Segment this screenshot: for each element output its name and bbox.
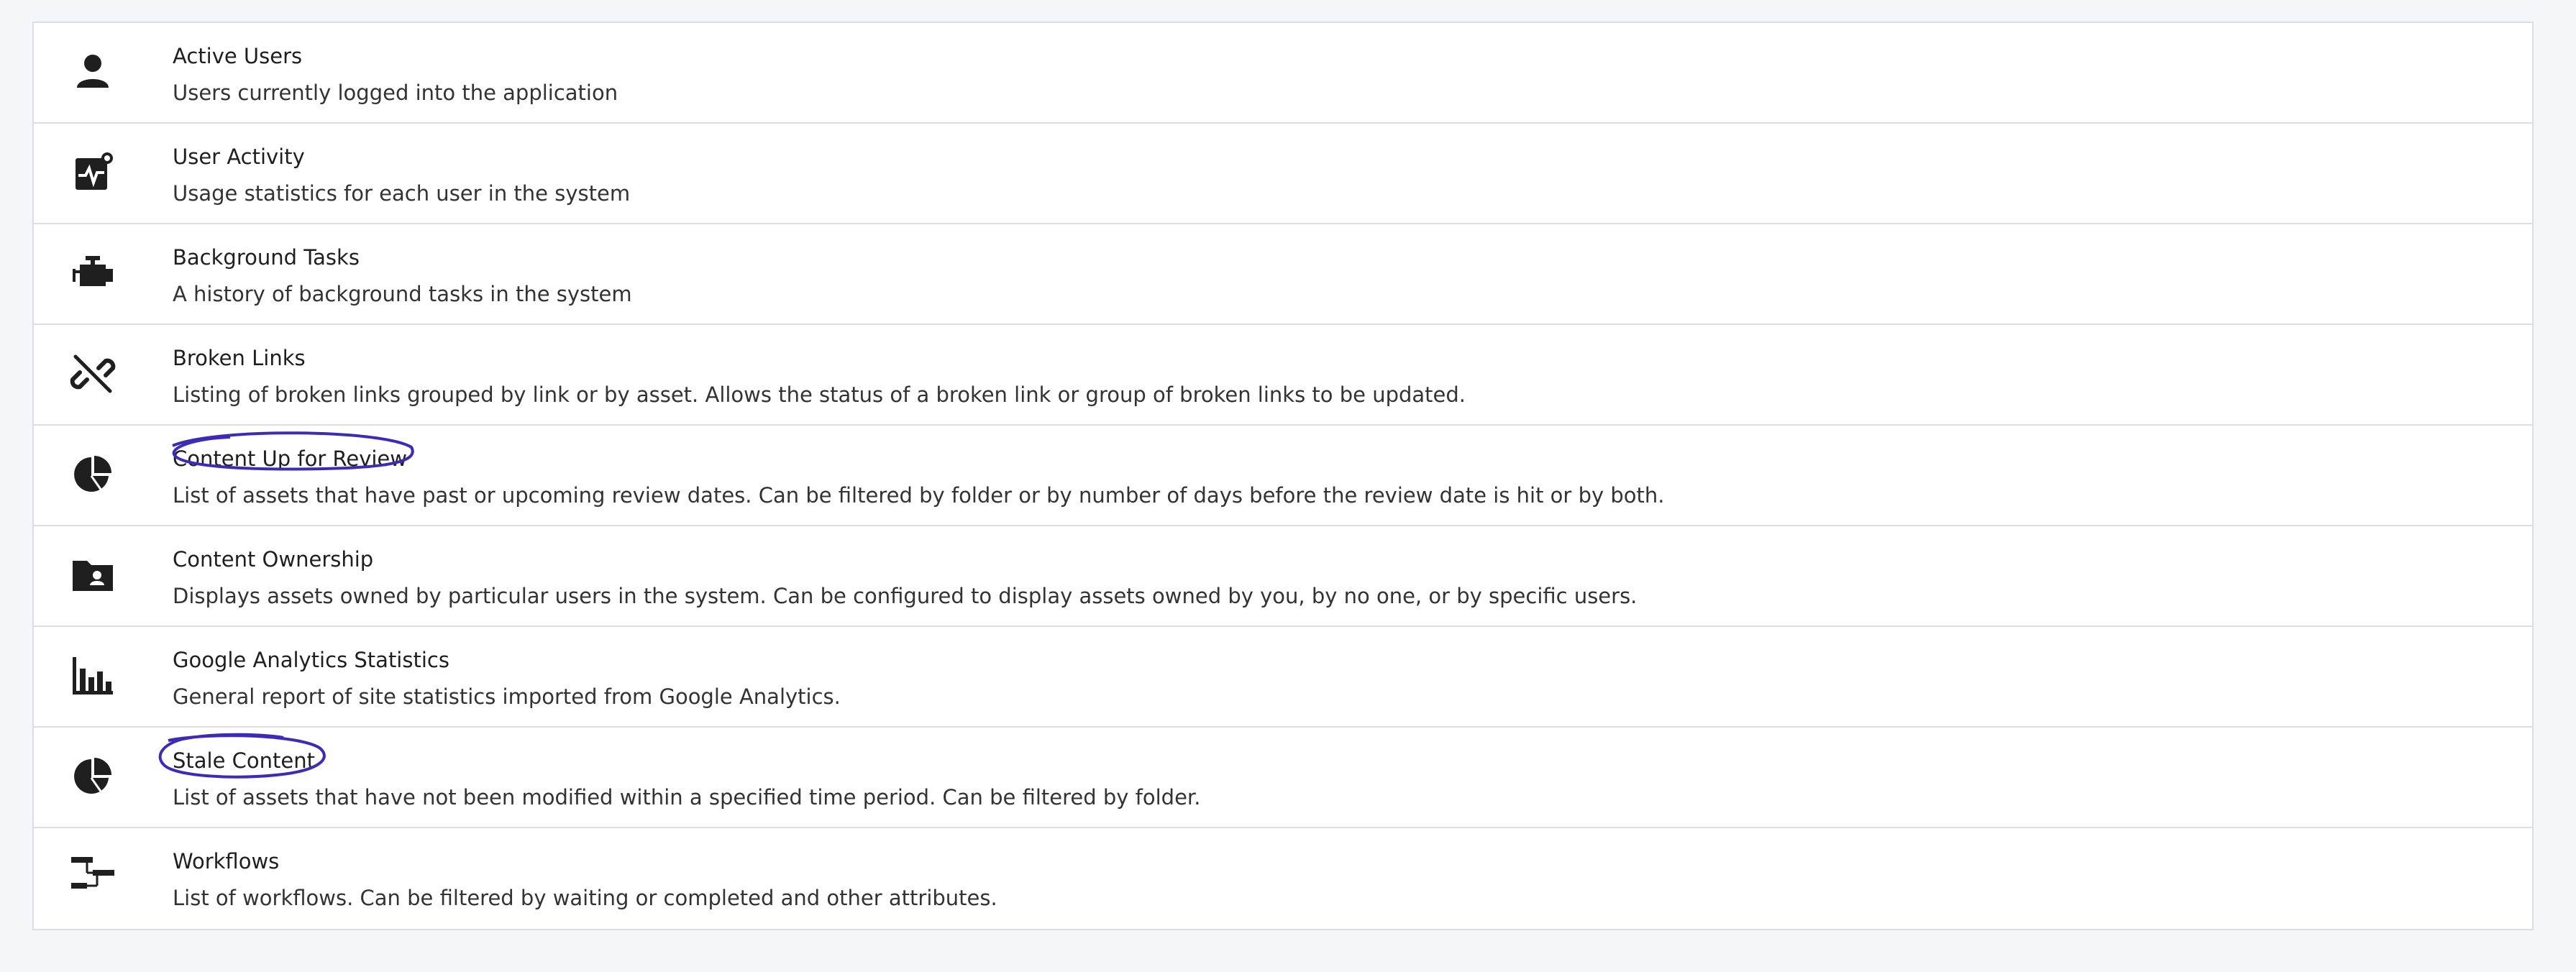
activity-icon <box>70 150 116 196</box>
report-title[interactable]: Content Up for Review <box>173 444 407 473</box>
report-description: List of assets that have past or upcomin… <box>173 483 1665 508</box>
report-description: Usage statistics for each user in the sy… <box>173 181 631 206</box>
report-title[interactable]: Workflows <box>173 847 279 876</box>
report-row-active-users[interactable]: Active Users Users currently logged into… <box>34 23 2532 124</box>
report-title[interactable]: Active Users <box>173 42 302 70</box>
reports-list: Active Users Users currently logged into… <box>32 22 2534 930</box>
report-description: A history of background tasks in the sys… <box>173 282 632 306</box>
report-title[interactable]: Broken Links <box>173 344 306 372</box>
report-row-broken-links[interactable]: Broken Links Listing of broken links gro… <box>34 325 2532 426</box>
pie-chart-icon <box>70 753 116 799</box>
report-description: General report of site statistics import… <box>173 684 841 709</box>
report-title[interactable]: User Activity <box>173 142 305 171</box>
report-description: Users currently logged into the applicat… <box>173 81 618 105</box>
report-title[interactable]: Stale Content <box>173 746 315 775</box>
report-title[interactable]: Google Analytics Statistics <box>173 646 449 674</box>
broken-link-icon <box>70 351 116 397</box>
report-description: List of workflows. Can be filtered by wa… <box>173 886 997 910</box>
report-row-google-analytics-statistics[interactable]: Google Analytics Statistics General repo… <box>34 627 2532 728</box>
workflow-icon <box>70 854 116 900</box>
user-icon <box>70 49 116 95</box>
report-row-user-activity[interactable]: User Activity Usage statistics for each … <box>34 124 2532 224</box>
report-title[interactable]: Content Ownership <box>173 545 373 574</box>
report-description: Displays assets owned by particular user… <box>173 584 1638 608</box>
report-description: List of assets that have not been modifi… <box>173 785 1201 810</box>
report-row-content-up-for-review[interactable]: Content Up for Review List of assets tha… <box>34 426 2532 526</box>
report-row-content-ownership[interactable]: Content Ownership Displays assets owned … <box>34 526 2532 627</box>
folder-user-icon <box>70 552 116 598</box>
bar-chart-icon <box>70 653 116 699</box>
pie-chart-icon <box>70 451 116 498</box>
report-description: Listing of broken links grouped by link … <box>173 382 1466 407</box>
report-row-stale-content[interactable]: Stale Content List of assets that have n… <box>34 728 2532 828</box>
report-title[interactable]: Background Tasks <box>173 243 360 272</box>
engine-icon <box>70 250 116 296</box>
report-row-background-tasks[interactable]: Background Tasks A history of background… <box>34 224 2532 325</box>
report-row-workflows[interactable]: Workflows List of workflows. Can be filt… <box>34 828 2532 929</box>
